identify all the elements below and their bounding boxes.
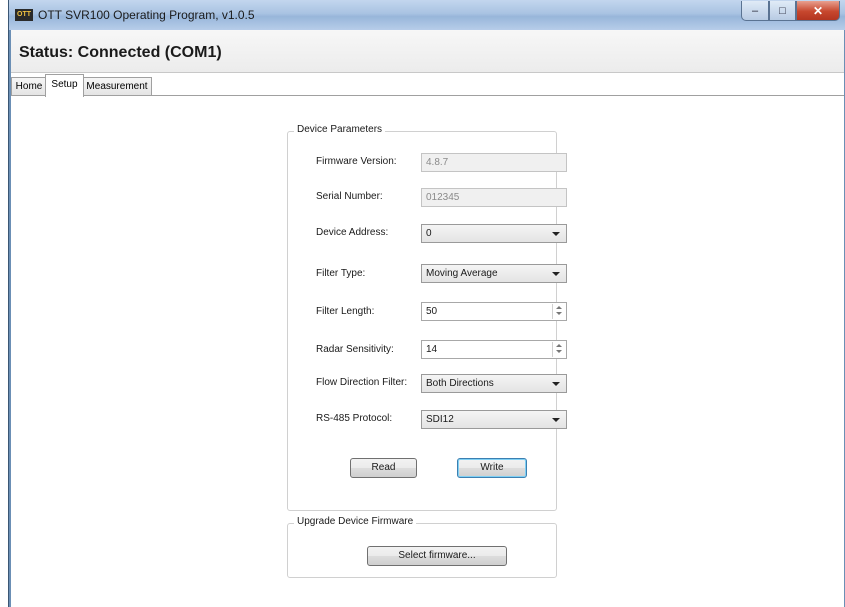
filter-length-label: Filter Length:: [316, 306, 375, 317]
tab-measurement[interactable]: Measurement: [82, 77, 152, 96]
spin-up-icon[interactable]: [553, 342, 565, 349]
tab-home[interactable]: Home: [11, 77, 47, 96]
maximize-button[interactable]: □: [769, 1, 796, 21]
close-button[interactable]: ✕: [796, 1, 840, 21]
spin-down-icon[interactable]: [553, 349, 565, 356]
upgrade-firmware-title: Upgrade Device Firmware: [294, 516, 417, 527]
filter-type-value: Moving Average: [426, 268, 498, 279]
window-controls: – □ ✕: [741, 1, 840, 21]
device-address-label: Device Address:: [316, 227, 389, 238]
radar-sensitivity-value: 14: [426, 344, 438, 355]
app-window: OTT OTT SVR100 Operating Program, v1.0.5…: [8, 0, 845, 607]
status-header: Status: Connected (COM1): [11, 30, 844, 73]
spin-down-icon[interactable]: [553, 311, 565, 318]
chevron-down-icon: [552, 418, 560, 422]
filter-type-label: Filter Type:: [316, 268, 366, 279]
flow-direction-filter-label: Flow Direction Filter:: [316, 377, 408, 388]
tab-setup[interactable]: Setup: [45, 74, 84, 97]
app-icon: OTT: [15, 9, 33, 21]
device-parameters-group: Device Parameters Firmware Version: 4.8.…: [287, 124, 567, 511]
filter-type-select[interactable]: Moving Average: [421, 264, 567, 283]
title-bar[interactable]: OTT OTT SVR100 Operating Program, v1.0.5…: [9, 0, 845, 30]
read-button[interactable]: Read: [350, 458, 417, 478]
filter-length-value: 50: [426, 306, 438, 317]
rs485-protocol-select[interactable]: SDI12: [421, 410, 567, 429]
chevron-down-icon: [552, 272, 560, 276]
chevron-down-icon: [552, 232, 560, 236]
rs485-protocol-label: RS-485 Protocol:: [316, 413, 393, 424]
device-parameters-title: Device Parameters: [294, 124, 386, 135]
spin-buttons[interactable]: [552, 304, 565, 319]
flow-direction-filter-select[interactable]: Both Directions: [421, 374, 567, 393]
upgrade-firmware-group: Upgrade Device Firmware Select firmware.…: [287, 516, 557, 578]
minimize-button[interactable]: –: [741, 1, 769, 21]
radar-sensitivity-label: Radar Sensitivity:: [316, 344, 394, 355]
flow-direction-filter-value: Both Directions: [426, 378, 494, 389]
write-button[interactable]: Write: [457, 458, 527, 478]
firmware-version-field: 4.8.7: [421, 153, 567, 172]
select-firmware-button[interactable]: Select firmware...: [367, 546, 507, 566]
chevron-down-icon: [552, 382, 560, 386]
radar-sensitivity-stepper[interactable]: 14: [421, 340, 567, 359]
device-address-value: 0: [426, 228, 432, 239]
connection-status: Status: Connected (COM1): [19, 44, 222, 61]
tab-divider: [11, 95, 844, 96]
serial-number-field: 012345: [421, 188, 567, 207]
spin-up-icon[interactable]: [553, 304, 565, 311]
firmware-version-label: Firmware Version:: [316, 156, 397, 167]
spin-buttons[interactable]: [552, 342, 565, 357]
serial-number-label: Serial Number:: [316, 191, 383, 202]
rs485-protocol-value: SDI12: [426, 414, 454, 425]
filter-length-stepper[interactable]: 50: [421, 302, 567, 321]
window-title: OTT SVR100 Operating Program, v1.0.5: [38, 8, 255, 22]
device-address-select[interactable]: 0: [421, 224, 567, 243]
client-area: Status: Connected (COM1) Home Setup Meas…: [11, 30, 844, 607]
